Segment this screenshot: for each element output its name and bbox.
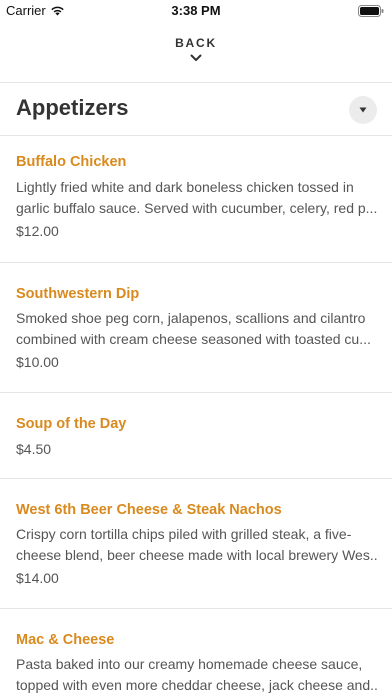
item-price: $14.00 — [16, 570, 59, 586]
item-description-line: Lightly fried white and dark boneless ch… — [16, 179, 354, 195]
item-description: Crispy corn tortilla chips piled with gr… — [16, 524, 378, 566]
item-description-line: Crispy corn tortilla chips piled with gr… — [16, 526, 352, 542]
item-description-line: topped with even more cheddar cheese, ja… — [16, 677, 378, 693]
menu-item[interactable]: Soup of the Day $4.50 — [0, 393, 392, 478]
item-description-line: cheese blend, beer cheese made with loca… — [16, 547, 378, 563]
item-name: West 6th Beer Cheese & Steak Nachos — [16, 502, 282, 518]
caret-down-icon — [359, 107, 367, 113]
item-name: Southwestern Dip — [16, 286, 140, 302]
item-name: Buffalo Chicken — [16, 154, 127, 170]
back-button[interactable]: BACK — [0, 36, 392, 74]
menu-item[interactable]: Buffalo Chicken Lightly fried white and … — [0, 136, 392, 262]
item-description-line: Smoked shoe peg corn, jalapenos, scallio… — [16, 310, 366, 326]
item-price: $4.50 — [16, 441, 52, 457]
back-label: BACK — [175, 36, 217, 50]
section-title: Appetizers — [16, 95, 129, 120]
menu-item[interactable]: West 6th Beer Cheese & Steak Nachos Cris… — [0, 479, 392, 608]
section-header: Appetizers — [0, 83, 392, 135]
item-description-line: combined with cream cheese seasoned with… — [16, 331, 371, 347]
battery-icon — [358, 5, 384, 17]
status-bar: Carrier 3:38 PM — [0, 0, 392, 22]
item-description: Smoked shoe peg corn, jalapenos, scallio… — [16, 308, 378, 350]
item-price: $10.00 — [16, 354, 59, 370]
menu-item[interactable]: Southwestern Dip Smoked shoe peg corn, j… — [0, 263, 392, 392]
menu-item[interactable]: Mac & Cheese Pasta baked into our creamy… — [0, 609, 392, 696]
item-name: Soup of the Day — [16, 416, 127, 432]
chevron-down-icon — [190, 54, 202, 61]
item-description-line: garlic buffalo sauce. Served with cucumb… — [16, 200, 378, 216]
collapse-button[interactable] — [349, 96, 377, 124]
status-time: 3:38 PM — [171, 3, 221, 18]
item-name: Mac & Cheese — [16, 632, 115, 648]
item-description-line: Pasta baked into our creamy homemade che… — [16, 656, 363, 672]
item-description: Pasta baked into our creamy homemade che… — [16, 654, 378, 696]
item-description: Lightly fried white and dark boneless ch… — [16, 177, 378, 219]
item-price: $12.00 — [16, 223, 59, 239]
